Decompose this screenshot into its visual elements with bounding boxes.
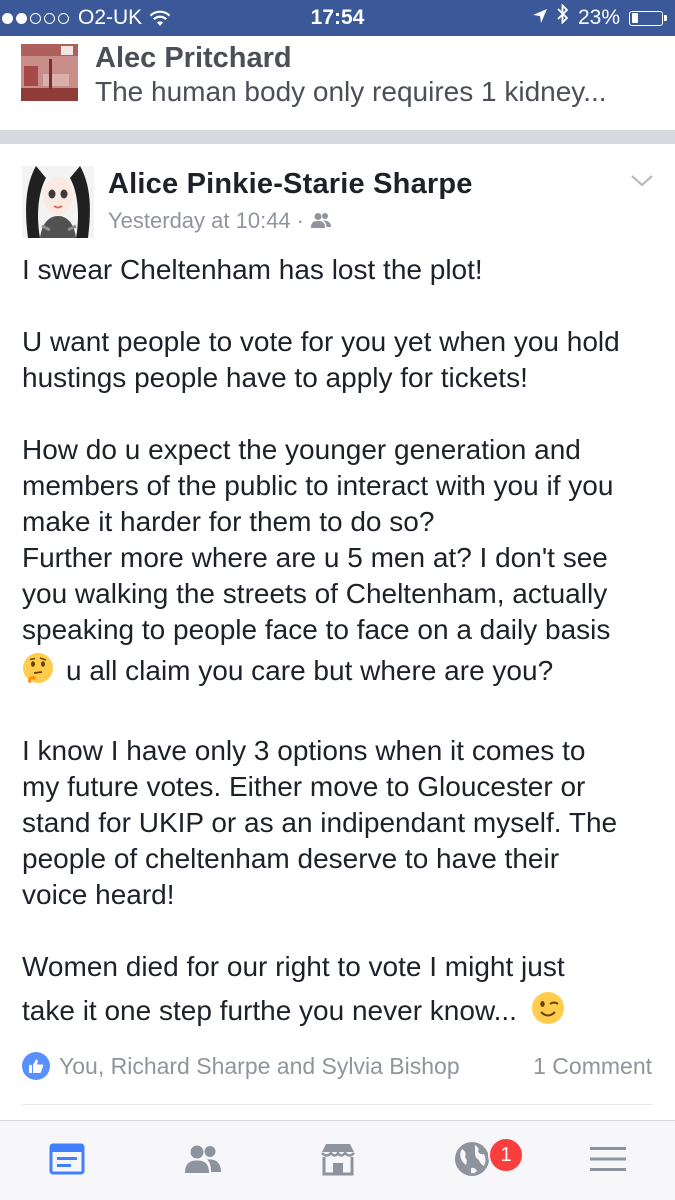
post-line: my future votes. Either move to Gloucest… (22, 771, 586, 802)
news-feed-icon[interactable] (47, 1139, 87, 1179)
menu-icon[interactable] (588, 1139, 628, 1179)
thinking-face-icon (22, 652, 54, 693)
post-line: members of the public to interact with y… (22, 470, 614, 501)
friends-tab-icon[interactable] (183, 1139, 223, 1179)
post-line: How do u expect the younger generation a… (22, 434, 581, 465)
bluetooth-icon (557, 0, 569, 36)
feed-post: Alice Pinkie-Starie Sharpe Yesterday at … (0, 144, 675, 1120)
post-line: make it harder for them to do so? (22, 506, 435, 537)
like-icon (22, 1052, 50, 1080)
feed-divider (0, 130, 675, 144)
post-line: hustings people have to apply for ticket… (22, 362, 528, 393)
post-line: I swear Cheltenham has lost the plot! (22, 254, 483, 285)
post-line: Women died for our right to vote I might… (22, 951, 565, 982)
post-timestamp[interactable]: Yesterday at 10:44 (108, 208, 291, 234)
tab-bar: 1 (0, 1120, 675, 1200)
battery-percent: 23% (577, 6, 620, 29)
status-bar: O2-UK 17:54 23% (0, 0, 675, 36)
meta-separator: · (296, 208, 304, 233)
shared-story-header[interactable]: Alec Pritchard The human body only requi… (0, 36, 675, 130)
post-line: people of cheltenham deserve to have the… (22, 843, 560, 874)
post-line: speaking to people face to face on a dai… (22, 614, 611, 645)
post-line: I know I have only 3 options when it com… (22, 735, 586, 766)
post-line: stand for UKIP or as an indipendant myse… (22, 807, 618, 838)
reactions-bar[interactable]: You, Richard Sharpe and Sylvia Bishop 1 … (22, 1048, 652, 1084)
battery-icon (629, 10, 663, 26)
post-divider (22, 1104, 653, 1105)
post-line: Further more where are u 5 men at? I don… (22, 542, 608, 573)
notifications-globe-icon[interactable] (452, 1139, 492, 1179)
shared-story-author[interactable]: Alec Pritchard (95, 42, 292, 75)
avatar[interactable] (22, 166, 94, 238)
post-body: I swear Cheltenham has lost the plot! U … (22, 252, 662, 1034)
battery-tip (664, 15, 667, 21)
shared-story-preview: The human body only requires 1 kidney... (95, 76, 607, 107)
post-line: u all claim you care but where are you? (66, 654, 554, 686)
post-line: voice heard! (22, 879, 175, 910)
chevron-down-icon[interactable] (630, 174, 654, 193)
marketplace-icon[interactable] (318, 1139, 358, 1179)
post-meta: Yesterday at 10:44 · (108, 208, 332, 234)
winking-face-icon (531, 991, 565, 1034)
reactions-names[interactable]: You, Richard Sharpe and Sylvia Bishop (59, 1053, 460, 1080)
comment-count[interactable]: 1 Comment (533, 1053, 652, 1080)
post-line: take it one step furthe you never know..… (22, 994, 517, 1026)
post-author[interactable]: Alice Pinkie-Starie Sharpe (108, 168, 473, 201)
post-line: U want people to vote for you yet when y… (22, 326, 620, 357)
shared-story-thumbnail (21, 44, 78, 101)
post-line: you walking the streets of Cheltenham, a… (22, 578, 608, 609)
notification-badge: 1 (488, 1137, 524, 1173)
battery-level (631, 13, 638, 23)
location-arrow-icon (532, 0, 548, 36)
friends-icon (310, 208, 332, 234)
